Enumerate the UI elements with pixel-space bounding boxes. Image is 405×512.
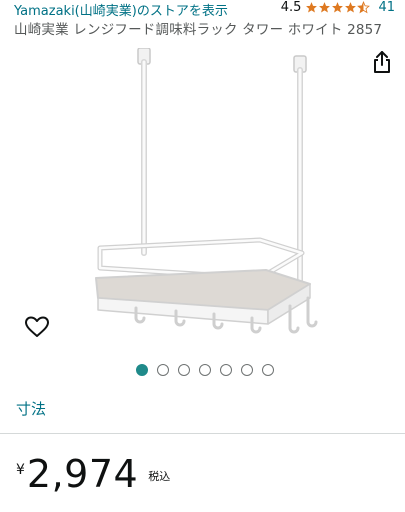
carousel-dot-2[interactable] — [157, 364, 169, 376]
product-title: 山崎実業 レンジフード調味料ラック タワー ホワイト 2857 — [14, 22, 383, 38]
rating-value: 4.5 — [280, 0, 302, 15]
share-button[interactable] — [371, 50, 393, 74]
header-row: Yamazaki(山崎実業)のストアを表示 4.5 41 — [14, 0, 395, 19]
carousel-dot-3[interactable] — [178, 364, 190, 376]
section-divider — [0, 433, 405, 434]
share-icon — [374, 51, 390, 73]
rating-count[interactable]: 41 — [378, 0, 395, 15]
heart-outline-icon — [25, 316, 49, 337]
star-icon — [332, 2, 344, 13]
product-image[interactable] — [80, 48, 330, 353]
rating-summary[interactable]: 4.5 41 — [281, 0, 395, 15]
wishlist-button[interactable] — [24, 315, 50, 339]
dimension-link[interactable]: 寸法 — [16, 398, 46, 419]
currency-symbol: ¥ — [16, 462, 25, 478]
carousel-dot-7[interactable] — [262, 364, 274, 376]
star-icon — [345, 2, 357, 13]
carousel-dot-4[interactable] — [199, 364, 211, 376]
star-half-icon — [357, 1, 371, 14]
star-icon — [306, 2, 318, 13]
price: ¥ 2,974 税込 — [16, 452, 170, 496]
image-carousel-dots — [0, 364, 405, 378]
tax-note: 税込 — [148, 470, 171, 483]
store-link[interactable]: Yamazaki(山崎実業)のストアを表示 — [14, 0, 228, 19]
star-icon — [319, 2, 331, 13]
rating-stars — [305, 1, 371, 14]
price-amount: 2,974 — [26, 452, 139, 496]
carousel-dot-1[interactable] — [136, 364, 148, 376]
carousel-dot-5[interactable] — [220, 364, 232, 376]
carousel-dot-6[interactable] — [241, 364, 253, 376]
